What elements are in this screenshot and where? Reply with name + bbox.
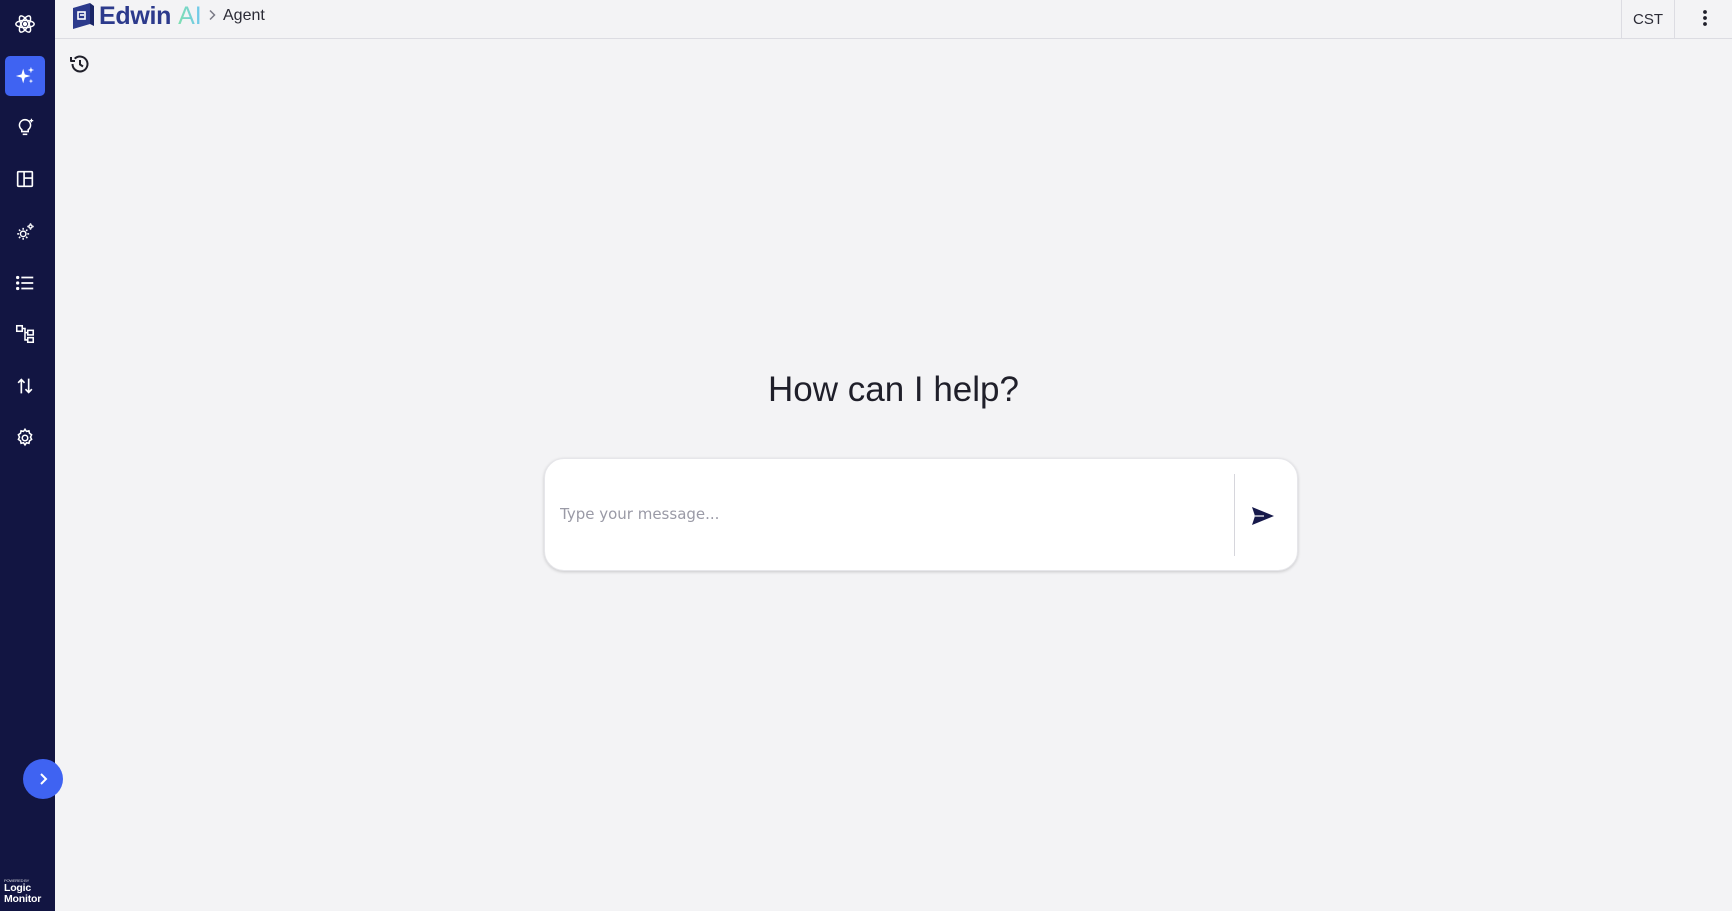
- chevron-right-icon: [209, 9, 216, 21]
- sidebar-item-automation[interactable]: [5, 212, 45, 252]
- message-composer: [544, 458, 1298, 571]
- sidebar-item-settings[interactable]: [5, 418, 45, 458]
- list-icon: [16, 275, 34, 291]
- chevron-right-icon: [40, 773, 48, 785]
- sparkles-icon: [15, 66, 35, 84]
- send-icon: [1252, 507, 1274, 525]
- history-icon: [70, 55, 89, 73]
- brand-ai-suffix: AI: [178, 1, 202, 30]
- sidebar-item-exchange[interactable]: [5, 366, 45, 406]
- lightbulb-icon: [18, 118, 34, 136]
- logicmonitor-logo: POWERED BY Logic Monitor: [4, 878, 42, 905]
- more-vertical-icon: [1703, 10, 1707, 26]
- atom-icon: [15, 15, 35, 33]
- sidebar-item-atom[interactable]: [5, 4, 45, 44]
- settings-gear-icon: [17, 427, 33, 447]
- sort-arrows-icon: [17, 378, 33, 394]
- gear-cluster-icon: [17, 223, 34, 240]
- sidebar-item-list[interactable]: [5, 263, 45, 303]
- sidebar-item-edwin-ai[interactable]: [5, 56, 45, 96]
- more-options-button[interactable]: [1693, 6, 1717, 30]
- brand-name: Edwin: [99, 1, 172, 30]
- top-bar: Edwin AI Agent CST: [55, 0, 1732, 39]
- brand[interactable]: Edwin AI: [70, 1, 202, 31]
- hierarchy-icon: [15, 324, 35, 344]
- composer-divider: [1234, 474, 1235, 556]
- timezone-button[interactable]: CST: [1621, 0, 1675, 38]
- chat-history-button[interactable]: [68, 52, 92, 76]
- dashboard-layout-icon: [16, 170, 34, 188]
- breadcrumb-current-page: Agent: [223, 7, 265, 24]
- app-root: POWERED BY Logic Monitor Edwin AI Agent …: [0, 0, 1732, 911]
- sidebar-item-topology[interactable]: [5, 314, 45, 354]
- sidebar-item-insights[interactable]: [5, 107, 45, 147]
- edwin-logo-icon: [70, 2, 96, 30]
- page-heading: How can I help?: [768, 370, 1019, 409]
- sidebar-item-dashboards[interactable]: [5, 159, 45, 199]
- message-input[interactable]: [560, 499, 1210, 529]
- send-button[interactable]: [1248, 501, 1278, 531]
- expand-sidebar-button[interactable]: [23, 759, 63, 799]
